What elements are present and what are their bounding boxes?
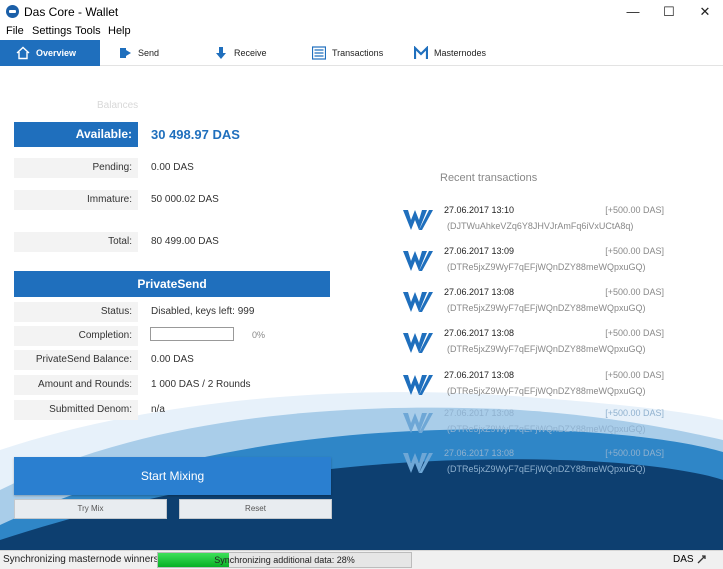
transactions-icon [312, 46, 326, 60]
transaction-row[interactable]: 27.06.2017 13:09 [+500.00 DAS] (DTRe5jxZ9W… [400, 244, 670, 284]
das-logo-icon [403, 413, 433, 433]
recent-transactions-title: Recent transactions [440, 172, 538, 184]
masternodes-icon [414, 46, 428, 59]
start-mixing-button[interactable]: Start Mixing [14, 457, 331, 495]
tab-masternodes-label: Masternodes [434, 48, 487, 58]
menu-settings[interactable]: Settings [32, 25, 72, 37]
sync-progress-bar: Synchronizing additional data: 28% [157, 552, 412, 568]
title-bar: Das Core - Wallet — ☐ ✕ [0, 0, 723, 23]
home-icon [16, 46, 30, 60]
das-logo-icon [403, 375, 433, 395]
transaction-amount: [+500.00 DAS] [605, 448, 664, 458]
transaction-address: (DTRe5jxZ9WyF7qEFjWQnDZY88meWQpxuGQ) [447, 386, 646, 396]
transaction-amount: [+500.00 DAS] [605, 205, 664, 215]
status-text: Synchronizing masternode winners... [3, 554, 167, 565]
transaction-amount: [+500.00 DAS] [605, 328, 664, 338]
ps-status-label: Status: [14, 302, 138, 322]
nav-bar: Overview Send Receive Transactions Maste… [0, 40, 723, 66]
send-icon [120, 48, 131, 58]
tab-transactions-label: Transactions [332, 48, 384, 58]
ps-denom-label: Submitted Denom: [14, 400, 138, 420]
transaction-date: 27.06.2017 13:08 [444, 370, 515, 380]
immature-label: Immature: [14, 190, 138, 210]
available-label: Available: [14, 122, 138, 147]
transaction-row[interactable]: 27.06.2017 13:08 [+500.00 DAS] (DTRe5jxZ9W… [400, 326, 670, 366]
transaction-date: 27.06.2017 13:08 [444, 328, 515, 338]
ps-denom-value: n/a [151, 404, 165, 415]
window-title: Das Core - Wallet [24, 5, 119, 19]
transaction-row[interactable]: 27.06.2017 13:08 [+500.00 DAS] (DTRe5jxZ9W… [400, 368, 670, 408]
transaction-amount: [+500.00 DAS] [605, 246, 664, 256]
close-button[interactable]: ✕ [688, 0, 722, 23]
das-logo-icon [403, 333, 433, 353]
transaction-address: (DTRe5jxZ9WyF7qEFjWQnDZY88meWQpxuGQ) [447, 344, 646, 354]
ps-balance-label: PrivateSend Balance: [14, 350, 138, 370]
transaction-date: 27.06.2017 13:10 [444, 205, 515, 215]
sync-progress-text: Synchronizing additional data: 28% [214, 555, 355, 565]
ps-status-value: Disabled, keys left: 999 [151, 306, 255, 317]
sync-icon [697, 555, 706, 564]
tab-receive-label: Receive [234, 48, 267, 58]
try-mix-button[interactable]: Try Mix [14, 499, 167, 519]
available-value: 30 498.97 DAS [151, 127, 240, 142]
transaction-address: (DTRe5jxZ9WyF7qEFjWQnDZY88meWQpxuGQ) [447, 464, 646, 474]
transaction-row[interactable]: 27.06.2017 13:10 [+500.00 DAS] (DJTWuAhkeV… [400, 203, 670, 243]
transaction-amount: [+500.00 DAS] [605, 370, 664, 380]
ps-amount-label: Amount and Rounds: [14, 375, 138, 395]
menu-help[interactable]: Help [108, 25, 131, 37]
completion-percent: 0% [252, 330, 266, 340]
pending-value: 0.00 DAS [151, 162, 194, 173]
transaction-date: 27.06.2017 13:08 [444, 408, 515, 418]
transaction-date: 27.06.2017 13:08 [444, 287, 515, 297]
tab-receive[interactable]: Receive [198, 40, 267, 66]
transaction-address: (DTRe5jxZ9WyF7qEFjWQnDZY88meWQpxuGQ) [447, 424, 646, 434]
tab-transactions[interactable]: Transactions [296, 40, 383, 66]
transaction-amount: [+500.00 DAS] [605, 287, 664, 297]
completion-progress-bar [150, 327, 234, 341]
das-logo-icon [403, 453, 433, 473]
das-logo-icon [403, 292, 433, 312]
receive-icon [216, 47, 226, 59]
transaction-address: (DJTWuAhkeVZq6Y8JHVJrAmFq6iVxUCtA8q) [447, 221, 634, 231]
ps-balance-value: 0.00 DAS [151, 354, 194, 365]
tab-send[interactable]: Send [102, 40, 159, 66]
menu-file[interactable]: File [6, 25, 24, 37]
tab-masternodes[interactable]: Masternodes [398, 40, 486, 66]
ps-amount-value: 1 000 DAS / 2 Rounds [151, 379, 251, 390]
ps-completion-label: Completion: [14, 326, 138, 346]
transaction-row[interactable]: 27.06.2017 13:08 [+500.00 DAS] (DTRe5jxZ9W… [400, 285, 670, 325]
das-logo-icon [403, 210, 433, 230]
unit-label[interactable]: DAS [673, 554, 694, 565]
reset-button[interactable]: Reset [179, 499, 332, 519]
transaction-row[interactable]: 27.06.2017 13:08 [+500.00 DAS] (DTRe5jxZ9W… [400, 406, 670, 446]
menu-tools[interactable]: Tools [75, 25, 101, 37]
balances-title: Balances [97, 100, 139, 111]
immature-value: 50 000.02 DAS [151, 194, 219, 205]
tab-send-label: Send [138, 48, 160, 58]
transaction-row[interactable]: 27.06.2017 13:08 [+500.00 DAS] (DTRe5jxZ9W… [400, 446, 670, 486]
minimize-button[interactable]: — [616, 0, 650, 23]
app-logo-icon [6, 5, 19, 18]
transaction-address: (DTRe5jxZ9WyF7qEFjWQnDZY88meWQpxuGQ) [447, 262, 646, 272]
tab-overview[interactable]: Overview [0, 40, 100, 66]
transaction-address: (DTRe5jxZ9WyF7qEFjWQnDZY88meWQpxuGQ) [447, 303, 646, 313]
status-bar: Synchronizing masternode winners... Sync… [0, 550, 723, 569]
pending-label: Pending: [14, 158, 138, 178]
total-label: Total: [14, 232, 138, 252]
privatesend-header: PrivateSend [14, 271, 330, 297]
tab-overview-label: Overview [36, 48, 77, 58]
das-logo-icon [403, 251, 433, 271]
transaction-date: 27.06.2017 13:09 [444, 246, 515, 256]
menu-bar: File Settings Tools Help [0, 23, 723, 40]
total-value: 80 499.00 DAS [151, 236, 219, 247]
transaction-amount: [+500.00 DAS] [605, 408, 664, 418]
maximize-button[interactable]: ☐ [652, 0, 686, 23]
transaction-date: 27.06.2017 13:08 [444, 448, 515, 458]
